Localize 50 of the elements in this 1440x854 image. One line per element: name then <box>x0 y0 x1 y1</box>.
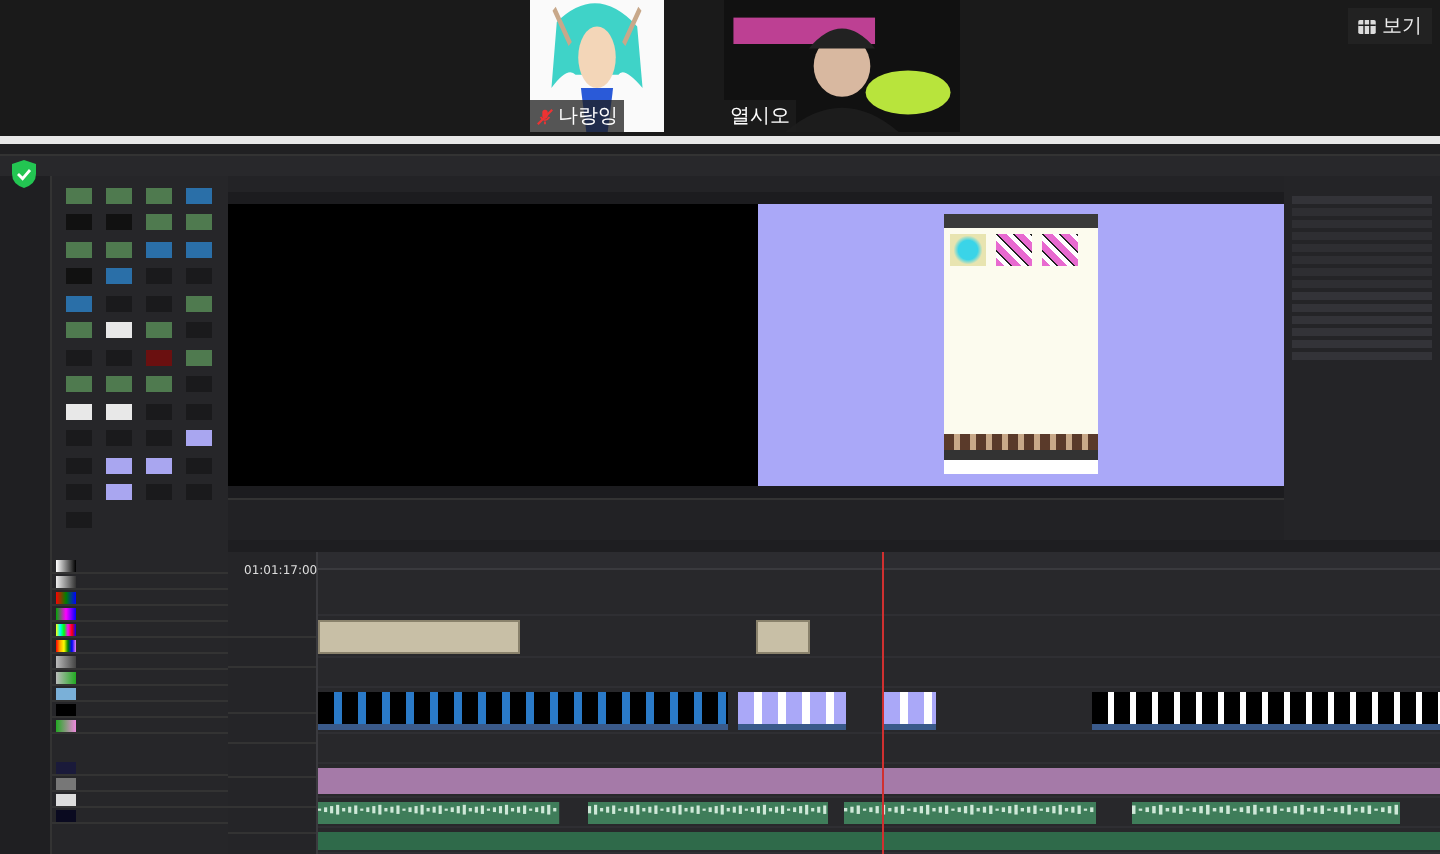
clip-thumbnail[interactable] <box>106 268 132 285</box>
grid-icon <box>1358 19 1376 33</box>
audio-clip[interactable] <box>587 802 829 824</box>
image-thumbnail <box>996 234 1032 267</box>
clip-thumbnail[interactable] <box>186 187 212 204</box>
adjustment-clip[interactable] <box>318 768 1440 794</box>
clip-thumbnail[interactable] <box>146 349 172 366</box>
audio-clip[interactable] <box>1131 802 1401 824</box>
title-clip[interactable] <box>318 620 520 654</box>
clip-thumbnail[interactable] <box>66 322 92 339</box>
shield-icon <box>12 159 36 188</box>
clip-thumbnail[interactable] <box>66 214 92 231</box>
clip-thumbnail[interactable] <box>106 484 132 501</box>
clip-thumbnail[interactable] <box>186 214 212 231</box>
video-clip[interactable] <box>738 692 846 730</box>
clip-thumbnail[interactable] <box>106 241 132 258</box>
clip-thumbnail[interactable] <box>66 295 92 312</box>
clip-thumbnail[interactable] <box>186 430 212 447</box>
clip-thumbnail[interactable] <box>66 376 92 393</box>
clip-thumbnail[interactable] <box>106 403 132 420</box>
audio-clip[interactable] <box>843 802 1096 824</box>
video-clip[interactable] <box>884 692 936 730</box>
clip-thumbnail[interactable] <box>66 187 92 204</box>
clip-thumbnail[interactable] <box>146 214 172 231</box>
clip-thumbnail[interactable] <box>146 376 172 393</box>
clip-thumbnail[interactable] <box>106 376 132 393</box>
clip-thumbnail[interactable] <box>186 295 212 312</box>
clip-thumbnail[interactable] <box>106 214 132 231</box>
audio-clip[interactable] <box>318 832 1440 850</box>
clip-thumbnail[interactable] <box>66 241 92 258</box>
title-clip[interactable] <box>755 620 810 654</box>
video-clip[interactable] <box>318 692 728 730</box>
clip-thumbnail[interactable] <box>146 457 172 474</box>
image-thumbnail <box>1042 234 1078 267</box>
participant-name: 나랑잉 <box>558 104 618 130</box>
clip-thumbnail[interactable] <box>146 241 172 258</box>
clip-thumbnail[interactable] <box>106 187 132 204</box>
clip-thumbnail[interactable] <box>106 322 132 339</box>
clip-thumbnail[interactable] <box>66 403 92 420</box>
clip-thumbnail[interactable] <box>66 268 92 285</box>
audio-clip[interactable] <box>318 802 560 824</box>
clip-thumbnail[interactable] <box>146 322 172 339</box>
video-clip[interactable] <box>1092 692 1440 730</box>
clip-thumbnail[interactable] <box>106 457 132 474</box>
view-button[interactable]: 보기 <box>1348 8 1432 44</box>
image-thumbnail <box>950 234 986 267</box>
participant-name: 열시오 <box>730 104 790 130</box>
clip-thumbnail[interactable] <box>186 349 212 366</box>
clip-thumbnail[interactable] <box>186 241 212 258</box>
clip-thumbnail[interactable] <box>146 187 172 204</box>
